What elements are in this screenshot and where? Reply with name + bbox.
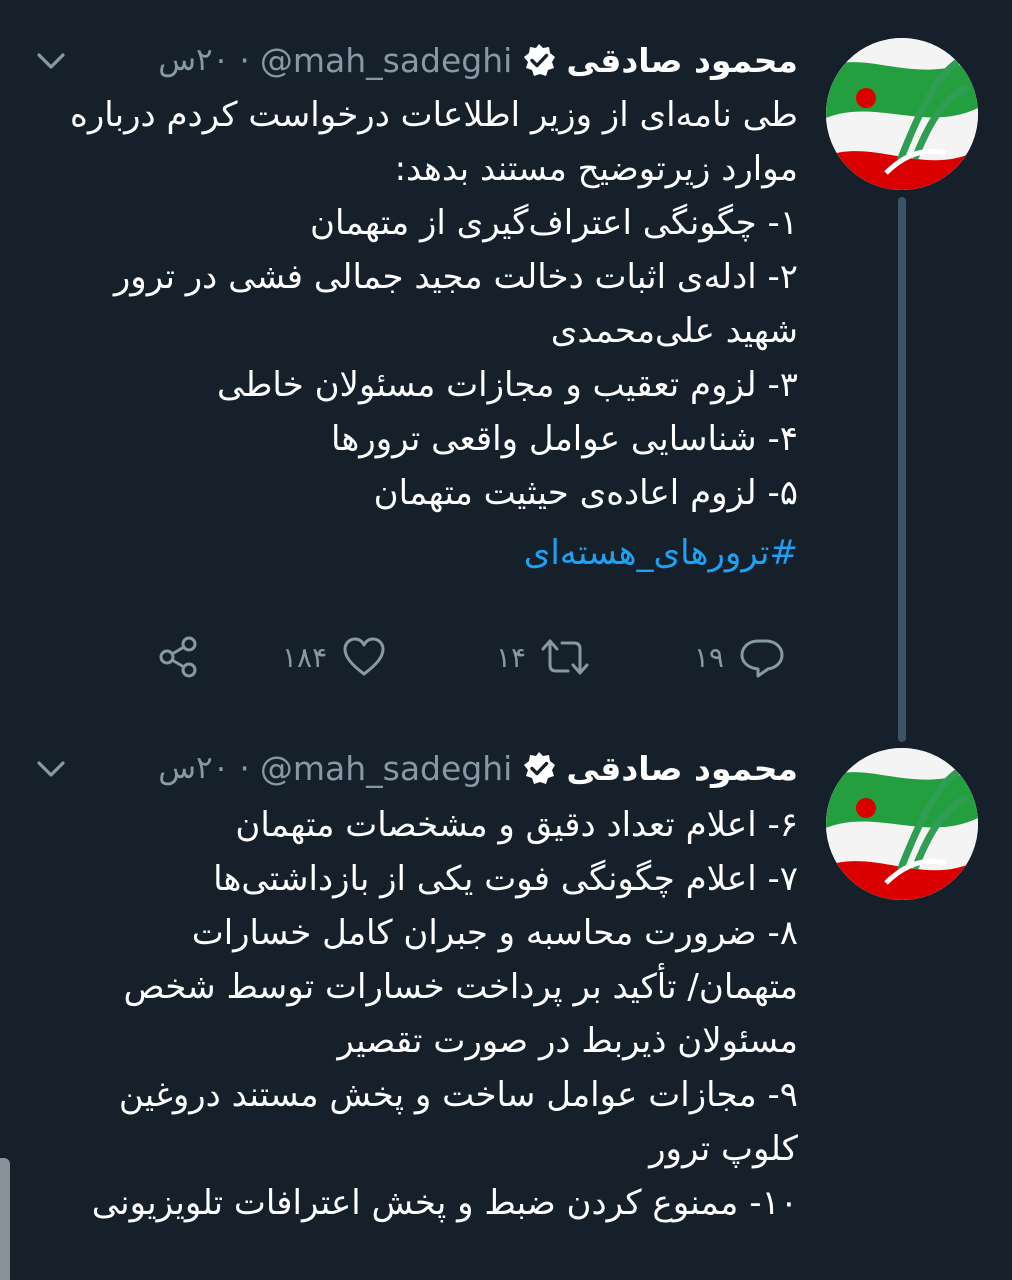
tweet-line: ۱۰- ممنوع کردن ضبط و پخش اعترافات تلویزی… — [91, 1183, 798, 1223]
separator-dot: · — [239, 748, 250, 788]
share-icon — [159, 636, 197, 678]
tweet-text: ۶- اعلام تعداد دقیق و مشخصات متهمان ۷- ا… — [38, 798, 798, 1230]
reply-button[interactable]: ۱۹ — [694, 632, 786, 682]
tweet-line: ۷- اعلام چگونگی فوت یکی از بازداشتی‌ها — [213, 859, 798, 899]
reply-icon — [740, 639, 784, 678]
tweet-timestamp[interactable]: ۲۰س — [158, 750, 229, 786]
tweet-header: محمود صادقی @mah_sadeghi · ۲۰س — [158, 32, 798, 88]
author-handle[interactable]: @mah_sadeghi — [260, 41, 512, 80]
thread-connector-line — [898, 197, 906, 742]
author-name[interactable]: محمود صادقی — [566, 41, 798, 80]
like-button[interactable]: ۱۸۴ — [282, 632, 387, 682]
tweet-line: طی نامه‌ای از وزیر اطلاعات درخواست کردم … — [70, 95, 798, 135]
retweet-icon — [541, 639, 589, 675]
tweet-line: ۶- اعلام تعداد دقیق و مشخصات متهمان — [235, 805, 798, 845]
separator-dot: · — [239, 40, 250, 80]
retweet-button[interactable]: ۱۴ — [496, 632, 590, 682]
tweet-header: محمود صادقی @mah_sadeghi · ۲۰س — [158, 740, 798, 796]
tweet-line: ۲- ادله‌ی اثبات دخالت مجید جمالی فشی در … — [113, 257, 798, 297]
tweet-line: ۵- لزوم اعاده‌ی حیثیت متهمان — [373, 473, 798, 513]
tweet-line: کلوپ ترور — [649, 1129, 798, 1169]
tweet-line: ۱- چگونگی اعتراف‌گیری از متهمان — [310, 203, 798, 243]
chevron-down-icon[interactable] — [34, 752, 68, 786]
tweet-line: ۴- شناسایی عوامل واقعی ترورها — [331, 419, 798, 459]
tweet-actions: ۱۸۴ ۱۴ ۱۹ — [150, 632, 800, 682]
tweet-line: ۳- لزوم تعقیب و مجازات مسئولان خاطی — [217, 365, 798, 405]
reply-count: ۱۹ — [694, 640, 725, 674]
scrollbar-thumb[interactable] — [0, 1158, 10, 1280]
tweet-thread: محمود صادقی @mah_sadeghi · ۲۰س طی نامه‌ا… — [0, 0, 1012, 1280]
tweet-timestamp[interactable]: ۲۰س — [158, 42, 229, 78]
tweet-text: طی نامه‌ای از وزیر اطلاعات درخواست کردم … — [38, 88, 798, 580]
tweet-line: موارد زیرتوضیح مستند بدهد: — [394, 149, 798, 189]
avatar[interactable] — [826, 748, 978, 900]
tweet-line: ۹- مجازات عوامل ساخت و پخش مستند دروغین — [118, 1075, 798, 1115]
tweet-line: متهمان/ تأکید بر پرداخت خسارات توسط شخص — [123, 967, 798, 1007]
tweet-line: ۸- ضرورت محاسبه و جبران کامل خسارات — [191, 913, 798, 953]
chevron-down-icon[interactable] — [34, 44, 68, 78]
like-count: ۱۸۴ — [282, 640, 328, 674]
heart-icon — [343, 637, 385, 676]
tweet-line: مسئولان ذیربط در صورت تقصیر — [337, 1021, 798, 1061]
verified-badge-icon — [524, 44, 556, 76]
tweet-line: شهید علی‌محمدی — [550, 311, 798, 351]
share-button[interactable] — [156, 632, 200, 682]
avatar[interactable] — [826, 38, 978, 190]
hashtag-link[interactable]: #ترورهای_هسته‌ای — [38, 526, 798, 580]
verified-badge-icon — [524, 752, 556, 784]
author-handle[interactable]: @mah_sadeghi — [260, 749, 512, 788]
author-name[interactable]: محمود صادقی — [566, 749, 798, 788]
retweet-count: ۱۴ — [496, 640, 527, 674]
